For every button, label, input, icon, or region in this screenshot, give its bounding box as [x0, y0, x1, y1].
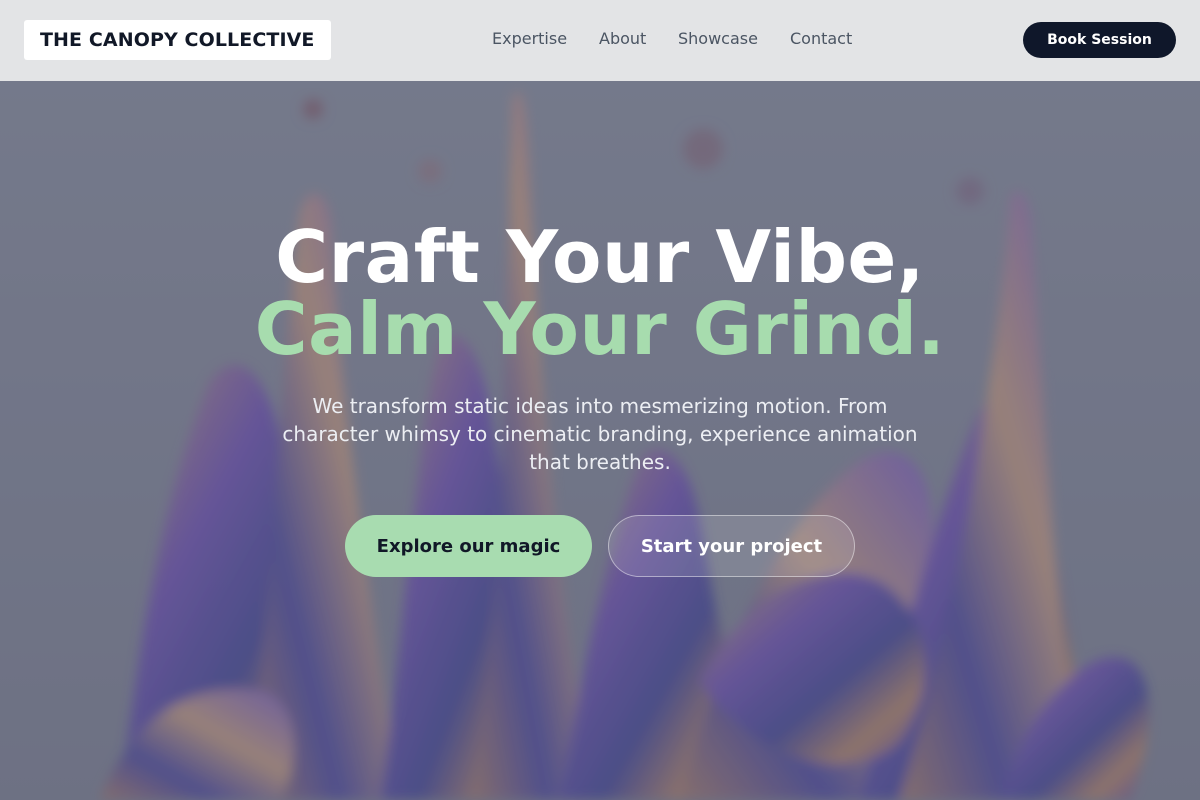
hero-headline-line2: Calm Your Grind.	[254, 287, 946, 371]
site-header: THE CANOPY COLLECTIVE Expertise About Sh…	[0, 0, 1200, 81]
nav-link-contact[interactable]: Contact	[790, 29, 852, 48]
hero-section: Craft Your Vibe, Calm Your Grind. We tra…	[0, 81, 1200, 800]
nav-link-about[interactable]: About	[599, 29, 646, 48]
nav-link-expertise[interactable]: Expertise	[492, 29, 567, 48]
brand-logo[interactable]: THE CANOPY COLLECTIVE	[24, 20, 331, 60]
hero-headline-line1: Craft Your Vibe,	[275, 215, 925, 299]
start-project-button[interactable]: Start your project	[608, 515, 855, 577]
book-session-button[interactable]: Book Session	[1023, 22, 1176, 58]
explore-magic-button[interactable]: Explore our magic	[345, 515, 592, 577]
nav-link-showcase[interactable]: Showcase	[678, 29, 758, 48]
hero-subtitle: We transform static ideas into mesmerizi…	[282, 394, 918, 474]
hero-headline: Craft Your Vibe, Calm Your Grind.	[0, 221, 1200, 365]
